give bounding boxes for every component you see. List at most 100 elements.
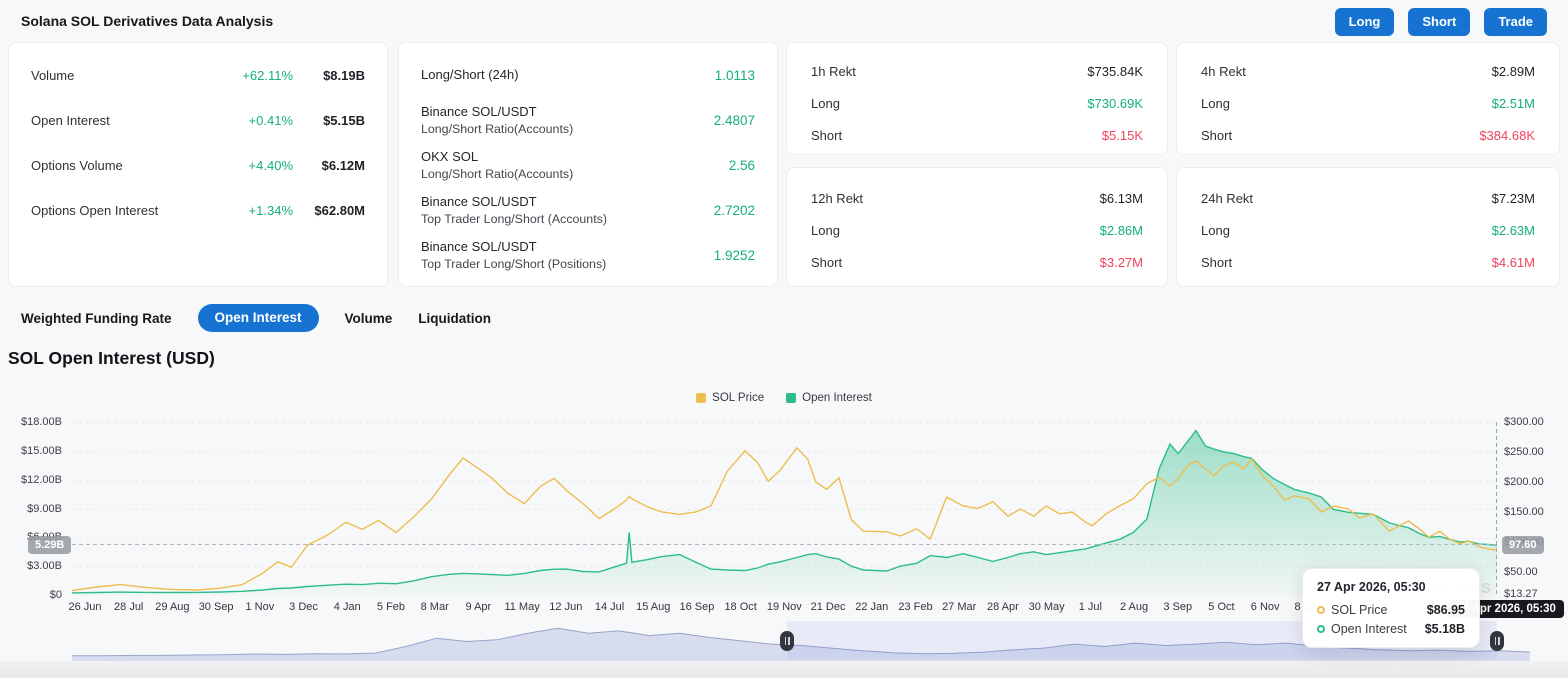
- open-interest-area: [72, 430, 1497, 595]
- rekt-short-value: $384.68K: [1479, 127, 1535, 143]
- stat-change: +0.41%: [248, 113, 293, 128]
- x-tick-label: 26 Jun: [68, 601, 102, 613]
- ratio-title: OKX SOL: [421, 148, 479, 164]
- x-tick-label: 3 Dec: [289, 601, 318, 613]
- x-tick-label: 21 Dec: [810, 601, 846, 613]
- x-tick-label: 6 Nov: [1250, 601, 1280, 613]
- rekt-long-label: Long: [1201, 222, 1230, 238]
- x-tick-label: 30 May: [1028, 601, 1065, 613]
- legend-sol-price[interactable]: SOL Price: [696, 392, 764, 404]
- legend-open-interest[interactable]: Open Interest: [786, 392, 872, 404]
- tab-weighted-funding-rate[interactable]: Weighted Funding Rate: [21, 311, 172, 326]
- rekt-total: $7.23M: [1491, 190, 1535, 206]
- tab-liquidation[interactable]: Liquidation: [418, 311, 491, 326]
- short-button[interactable]: Short: [1408, 8, 1471, 36]
- rekt-long-value: $2.86M: [1099, 222, 1143, 238]
- ratio-title: Binance SOL/USDT: [421, 238, 537, 254]
- left-tick-label: $12.00B: [21, 473, 62, 486]
- right-tick-label: $50.00: [1504, 566, 1538, 578]
- x-tick-label: 3 Sep: [1163, 601, 1193, 613]
- rekt-short-label: Short: [1201, 254, 1233, 270]
- long-button[interactable]: Long: [1334, 8, 1395, 36]
- x-tick-label: 12 Jun: [549, 601, 583, 613]
- x-tick-label: 18 Oct: [724, 601, 757, 613]
- right-tick-label: $300.00: [1504, 416, 1544, 428]
- rekt-period: 4h Rekt: [1201, 63, 1246, 79]
- left-tick-label: $9.00B: [27, 502, 62, 515]
- stat-value: $8.19B: [323, 68, 365, 83]
- rekt-short-value: $4.61M: [1491, 254, 1535, 270]
- rekt-12h-card: 12h Rekt $6.13M Long $2.86M Short $3.27M: [786, 167, 1168, 287]
- x-tick-label: 4 Jan: [333, 601, 361, 613]
- chart-legend: SOL Price Open Interest: [0, 392, 1568, 404]
- rekt-long-label: Long: [1201, 95, 1230, 111]
- rekt-long-label: Long: [811, 95, 840, 111]
- x-tick-label: 29 Aug: [155, 601, 190, 613]
- ratio-title: Binance SOL/USDT: [421, 193, 537, 209]
- stat-change: +62.11%: [242, 68, 293, 83]
- x-tick-label: 27 Mar: [942, 601, 977, 613]
- x-tick-label: 22 Jan: [855, 601, 889, 613]
- tooltip-label: SOL Price: [1331, 603, 1388, 617]
- rekt-short-value: $3.27M: [1099, 254, 1143, 270]
- stat-label: Open Interest: [31, 113, 110, 128]
- chart-tabs: Weighted Funding Rate Open Interest Volu…: [21, 303, 491, 333]
- stat-label: Options Volume: [31, 158, 123, 173]
- x-tick-label: 15 Aug: [636, 601, 671, 613]
- ratio-value: 2.4807: [713, 113, 755, 128]
- tab-volume[interactable]: Volume: [345, 311, 393, 326]
- stat-row-options-open-interest: Options Open Interest +1.34% $62.80M: [31, 188, 365, 233]
- left-tick-label: $0: [49, 589, 62, 601]
- tab-open-interest[interactable]: Open Interest: [197, 304, 319, 332]
- x-tick-label: 30 Sep: [198, 601, 234, 613]
- rekt-total: $6.13M: [1099, 190, 1143, 206]
- open-interest-chart[interactable]: [72, 422, 1497, 596]
- tooltip-value: $86.95: [1426, 603, 1465, 617]
- stat-value: $6.12M: [321, 158, 365, 173]
- rekt-total: $735.84K: [1087, 63, 1143, 79]
- chart-title: SOL Open Interest (USD): [8, 348, 215, 368]
- x-tick-label: 11 May: [504, 601, 540, 613]
- right-tick-label: $200.00: [1504, 476, 1544, 488]
- ratio-subtitle: Long/Short Ratio(Accounts): [421, 121, 574, 136]
- tooltip-value: $5.18B: [1424, 622, 1465, 636]
- stat-label: Volume: [31, 68, 75, 83]
- rekt-period: 24h Rekt: [1201, 190, 1254, 206]
- x-tick-label: 23 Feb: [898, 601, 933, 613]
- right-tick-label: $13.27: [1504, 588, 1538, 600]
- page-title: Solana SOL Derivatives Data Analysis: [21, 13, 274, 29]
- ratio-title: Long/Short (24h): [421, 67, 519, 83]
- legend-label: SOL Price: [712, 392, 765, 404]
- stat-value: $62.80M: [314, 203, 365, 218]
- ratio-value: 2.56: [728, 158, 755, 173]
- chart-tooltip: 27 Apr 2026, 05:30 SOL Price $86.95 Open…: [1302, 568, 1480, 648]
- crosshair-right-badge: 97.60: [1502, 536, 1544, 554]
- x-tick-label: 9 Apr: [465, 601, 492, 613]
- stat-row-open-interest: Open Interest +0.41% $5.15B: [31, 98, 365, 143]
- market-stats-card: Volume +62.11% $8.19B Open Interest +0.4…: [8, 42, 388, 287]
- left-tick-label: $18.00B: [21, 416, 62, 428]
- x-tick-label: 2 Aug: [1119, 601, 1149, 613]
- stat-row-options-volume: Options Volume +4.40% $6.12M: [31, 143, 365, 188]
- rekt-long-value: $2.51M: [1491, 95, 1535, 111]
- navigator-handle-left[interactable]: [780, 631, 794, 651]
- x-tick-label: 16 Sep: [679, 601, 715, 613]
- ratio-row: Binance SOL/USDT Top Trader Long/Short (…: [421, 233, 755, 278]
- rekt-long-value: $730.69K: [1087, 95, 1143, 111]
- header-actions: Long Short Trade: [1334, 8, 1547, 36]
- derivatives-dashboard: Solana SOL Derivatives Data Analysis Lon…: [0, 0, 1568, 678]
- left-tick-label: $3.00B: [27, 560, 62, 573]
- navigator-handle-right[interactable]: [1490, 631, 1504, 651]
- trade-button[interactable]: Trade: [1484, 8, 1547, 36]
- rekt-short-label: Short: [811, 127, 843, 143]
- stat-value: $5.15B: [323, 113, 365, 128]
- bottom-divider: [0, 661, 1568, 678]
- open-interest-swatch-icon: [786, 393, 797, 403]
- ratio-row: Binance SOL/USDT Top Trader Long/Short (…: [421, 188, 755, 233]
- rekt-long-label: Long: [811, 222, 840, 238]
- crosshair-left-badge: 5.29B: [28, 536, 72, 554]
- x-tick-label: 5 Feb: [376, 601, 406, 613]
- ratio-subtitle: Long/Short Ratio(Accounts): [421, 166, 574, 181]
- rekt-period: 1h Rekt: [811, 63, 856, 79]
- rekt-24h-card: 24h Rekt $7.23M Long $2.63M Short $4.61M: [1176, 167, 1560, 287]
